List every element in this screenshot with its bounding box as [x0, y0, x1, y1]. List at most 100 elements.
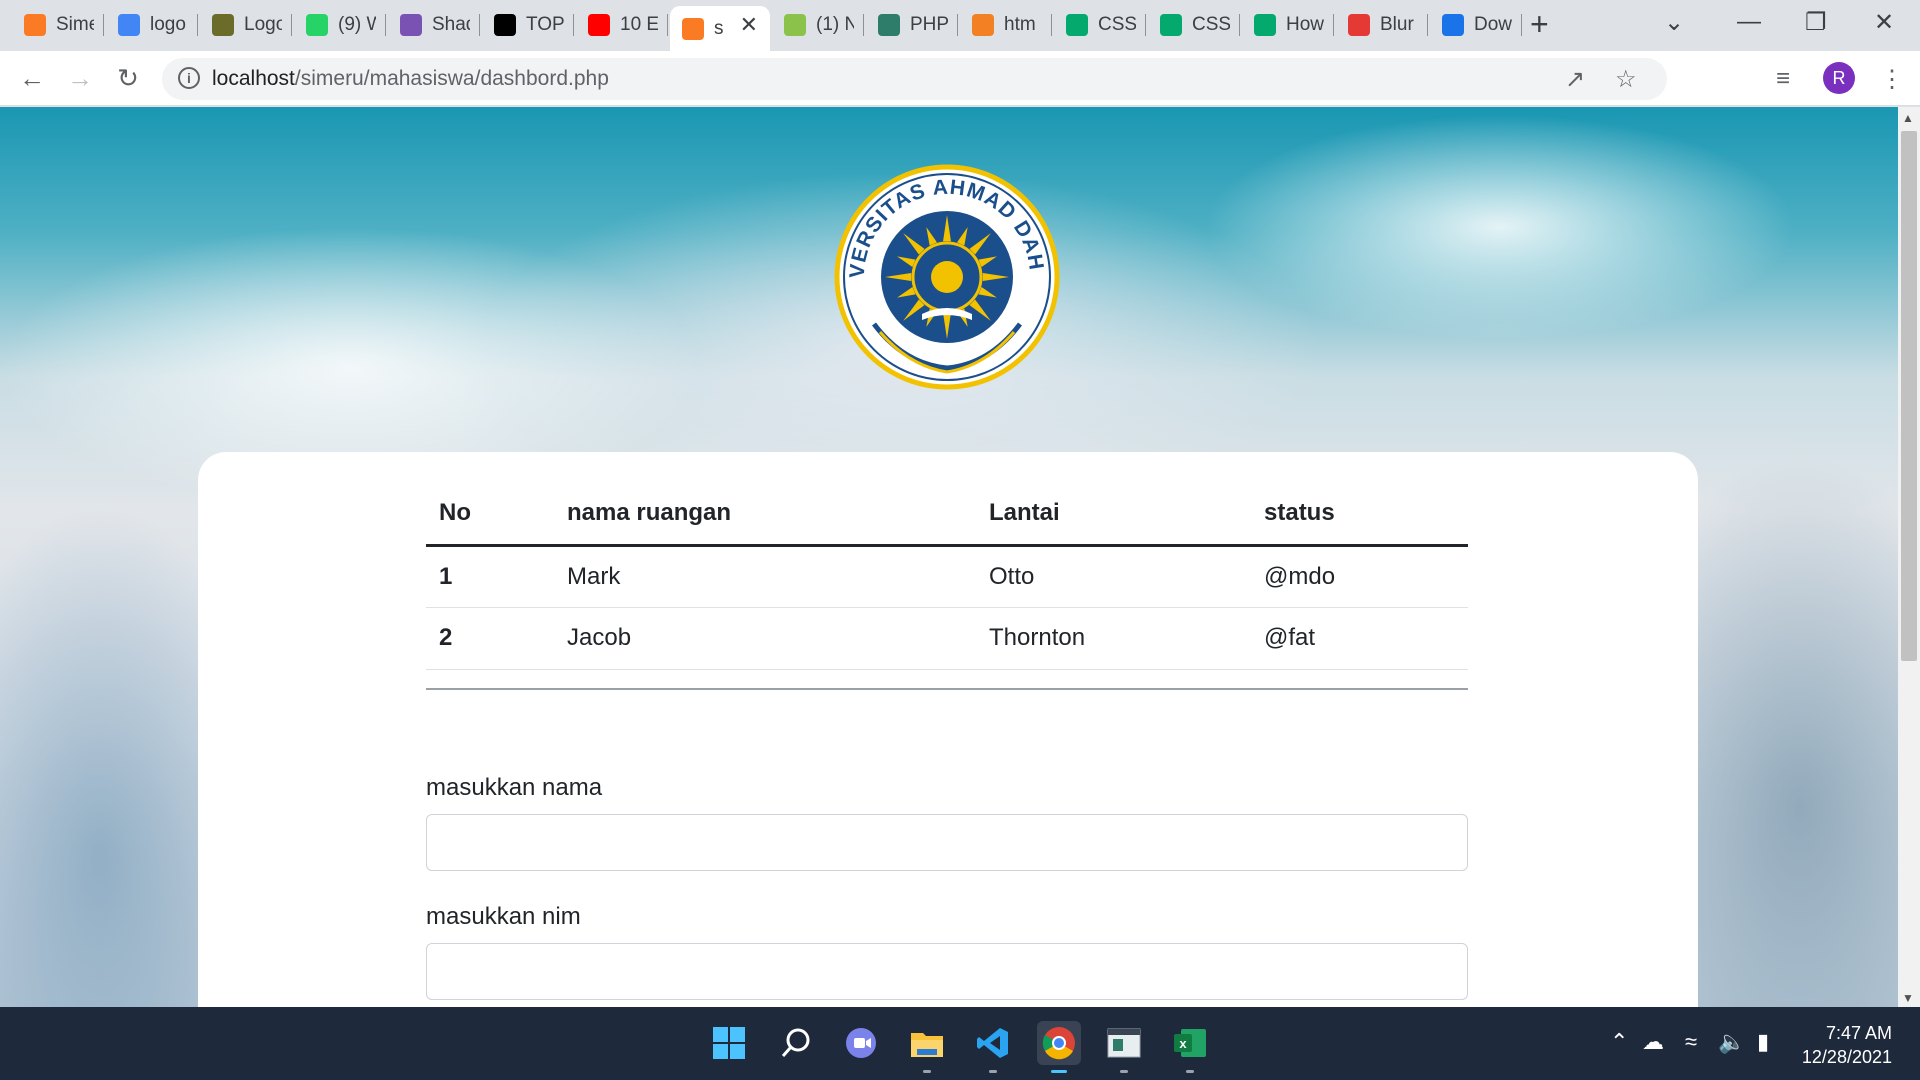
- close-tab-icon[interactable]: ✕: [740, 12, 758, 38]
- browser-tab[interactable]: (1) N: [772, 6, 864, 44]
- back-button[interactable]: ←: [14, 60, 50, 96]
- table-row: 2 Jacob Thornton @fat: [426, 607, 1468, 670]
- tab-separator: [1145, 14, 1146, 36]
- table-header-row: No nama ruangan Lantai status: [426, 482, 1468, 547]
- terminal-icon[interactable]: [1102, 1021, 1146, 1073]
- tab-title: (1) N: [816, 14, 854, 35]
- page-scrollbar[interactable]: ▲ ▼: [1898, 107, 1920, 1007]
- tab-title: CSS: [1192, 14, 1230, 35]
- chrome-icon[interactable]: [1037, 1021, 1081, 1073]
- onedrive-cloud-icon[interactable]: ☁: [1642, 1029, 1664, 1055]
- browser-tab[interactable]: Dow: [1430, 6, 1522, 44]
- tab-title: CSS: [1098, 14, 1136, 35]
- tab-title: 10 E: [620, 14, 658, 35]
- w3schools-icon: [1254, 14, 1276, 36]
- scroll-down-arrow-icon[interactable]: ▼: [1902, 991, 1914, 1005]
- wifi-icon[interactable]: ≈: [1685, 1029, 1697, 1055]
- tab-separator: [1239, 14, 1240, 36]
- browser-tab[interactable]: CSS: [1148, 6, 1240, 44]
- browser-tab[interactable]: logo: [106, 6, 198, 44]
- restore-button[interactable]: ❐: [1805, 8, 1827, 37]
- running-indicator: [1120, 1070, 1128, 1073]
- reading-list-icon[interactable]: ≡: [1776, 65, 1790, 93]
- browser-tab[interactable]: CSS: [1054, 6, 1146, 44]
- tab-separator: [573, 14, 574, 36]
- header-lantai: Lantai: [976, 482, 1251, 547]
- tab-title: logo: [150, 14, 186, 35]
- dev-icon: [494, 14, 516, 36]
- tab-title: PHP: [910, 14, 948, 35]
- browser-tab[interactable]: Sime: [12, 6, 104, 44]
- profile-avatar[interactable]: R: [1823, 62, 1855, 94]
- tree-icon: [1348, 14, 1370, 36]
- browser-tab[interactable]: TOP: [482, 6, 574, 44]
- bootstrap-icon: [400, 14, 422, 36]
- running-indicator: [1051, 1070, 1067, 1073]
- svg-text:x: x: [1179, 1036, 1187, 1051]
- tab-separator: [667, 14, 668, 36]
- browser-tab[interactable]: htm: [960, 6, 1052, 44]
- browser-tab[interactable]: Logo: [200, 6, 292, 44]
- system-clock[interactable]: 7:47 AM 12/28/2021: [1802, 1021, 1892, 1069]
- tab-title: (9) W: [338, 14, 376, 35]
- volume-icon[interactable]: 🔈: [1718, 1029, 1745, 1055]
- file-explorer-icon[interactable]: [905, 1021, 949, 1073]
- scroll-up-arrow-icon[interactable]: ▲: [1902, 111, 1914, 125]
- search-icon[interactable]: [774, 1021, 818, 1065]
- browser-tab[interactable]: (9) W: [294, 6, 386, 44]
- tab-title: How: [1286, 14, 1324, 35]
- nim-label: masukkan nim: [426, 903, 581, 930]
- rooms-table: No nama ruangan Lantai status 1 Mark Ott…: [426, 482, 1468, 670]
- browser-tab-strip: + ⌄ — ❐ ✕ Sime logo Logo (9) W ShadTOP 10 E s✕…: [0, 0, 1920, 51]
- reload-button[interactable]: ↻: [110, 60, 146, 96]
- youtube-icon: [588, 14, 610, 36]
- header-no: No: [426, 482, 554, 547]
- browser-tab[interactable]: PHP: [866, 6, 958, 44]
- tab-search-chevron-icon[interactable]: ⌄: [1664, 8, 1684, 37]
- excel-icon[interactable]: x: [1168, 1021, 1212, 1073]
- section-divider: [426, 688, 1468, 690]
- header-status: status: [1251, 482, 1468, 547]
- browser-tab[interactable]: 10 E: [576, 6, 668, 44]
- address-bar[interactable]: i localhost/simeru/mahasiswa/dashbord.ph…: [162, 58, 1667, 100]
- site-info-icon[interactable]: i: [178, 67, 200, 89]
- forward-button[interactable]: →: [62, 60, 98, 96]
- windows-taskbar: x ⌃ ☁ ≈ 🔈 ▮ 7:47 AM 12/28/2021: [0, 1007, 1920, 1080]
- cell-nama-ruangan: Jacob: [554, 607, 976, 670]
- tab-title: Blur: [1380, 14, 1414, 35]
- nama-input[interactable]: [426, 814, 1468, 871]
- url-text[interactable]: localhost/simeru/mahasiswa/dashbord.php: [212, 67, 609, 91]
- windows-start-icon[interactable]: [707, 1021, 751, 1065]
- teams-chat-icon[interactable]: [839, 1021, 883, 1065]
- scrollbar-thumb[interactable]: [1901, 131, 1917, 661]
- xampp-icon: [24, 14, 46, 36]
- show-hidden-icons-chevron-icon[interactable]: ⌃: [1610, 1029, 1628, 1055]
- cell-status: @fat: [1251, 607, 1468, 670]
- vscode-icon[interactable]: [971, 1021, 1015, 1073]
- row-number: 2: [426, 607, 554, 670]
- bookmark-star-icon[interactable]: ☆: [1615, 65, 1637, 94]
- nim-input[interactable]: [426, 943, 1468, 1000]
- battery-icon[interactable]: ▮: [1757, 1029, 1769, 1055]
- browser-tab[interactable]: Shad: [388, 6, 480, 44]
- tab-separator: [863, 14, 864, 36]
- browser-tab[interactable]: How: [1242, 6, 1334, 44]
- browser-tab[interactable]: s ✕: [670, 6, 770, 51]
- content-card: No nama ruangan Lantai status 1 Mark Ott…: [198, 452, 1698, 1007]
- menu-kebab-icon[interactable]: ⋮: [1880, 65, 1904, 94]
- new-tab-button[interactable]: +: [1530, 8, 1549, 40]
- university-logo: UNIVERSITAS AHMAD DAHLAN: [834, 164, 1060, 390]
- browser-tab[interactable]: Blur: [1336, 6, 1428, 44]
- stackoverflow-icon: [972, 14, 994, 36]
- whatsapp-icon: [306, 14, 328, 36]
- close-window-button[interactable]: ✕: [1874, 8, 1894, 37]
- minimize-button[interactable]: —: [1737, 8, 1761, 36]
- table-row: 1 Mark Otto @mdo: [426, 545, 1468, 608]
- nama-label: masukkan nama: [426, 774, 603, 801]
- running-indicator: [1186, 1070, 1194, 1073]
- row-number: 1: [426, 545, 554, 608]
- image-icon: [784, 14, 806, 36]
- share-icon[interactable]: ↗: [1565, 65, 1585, 94]
- tab-separator: [103, 14, 104, 36]
- cell-nama-ruangan: Mark: [554, 545, 976, 608]
